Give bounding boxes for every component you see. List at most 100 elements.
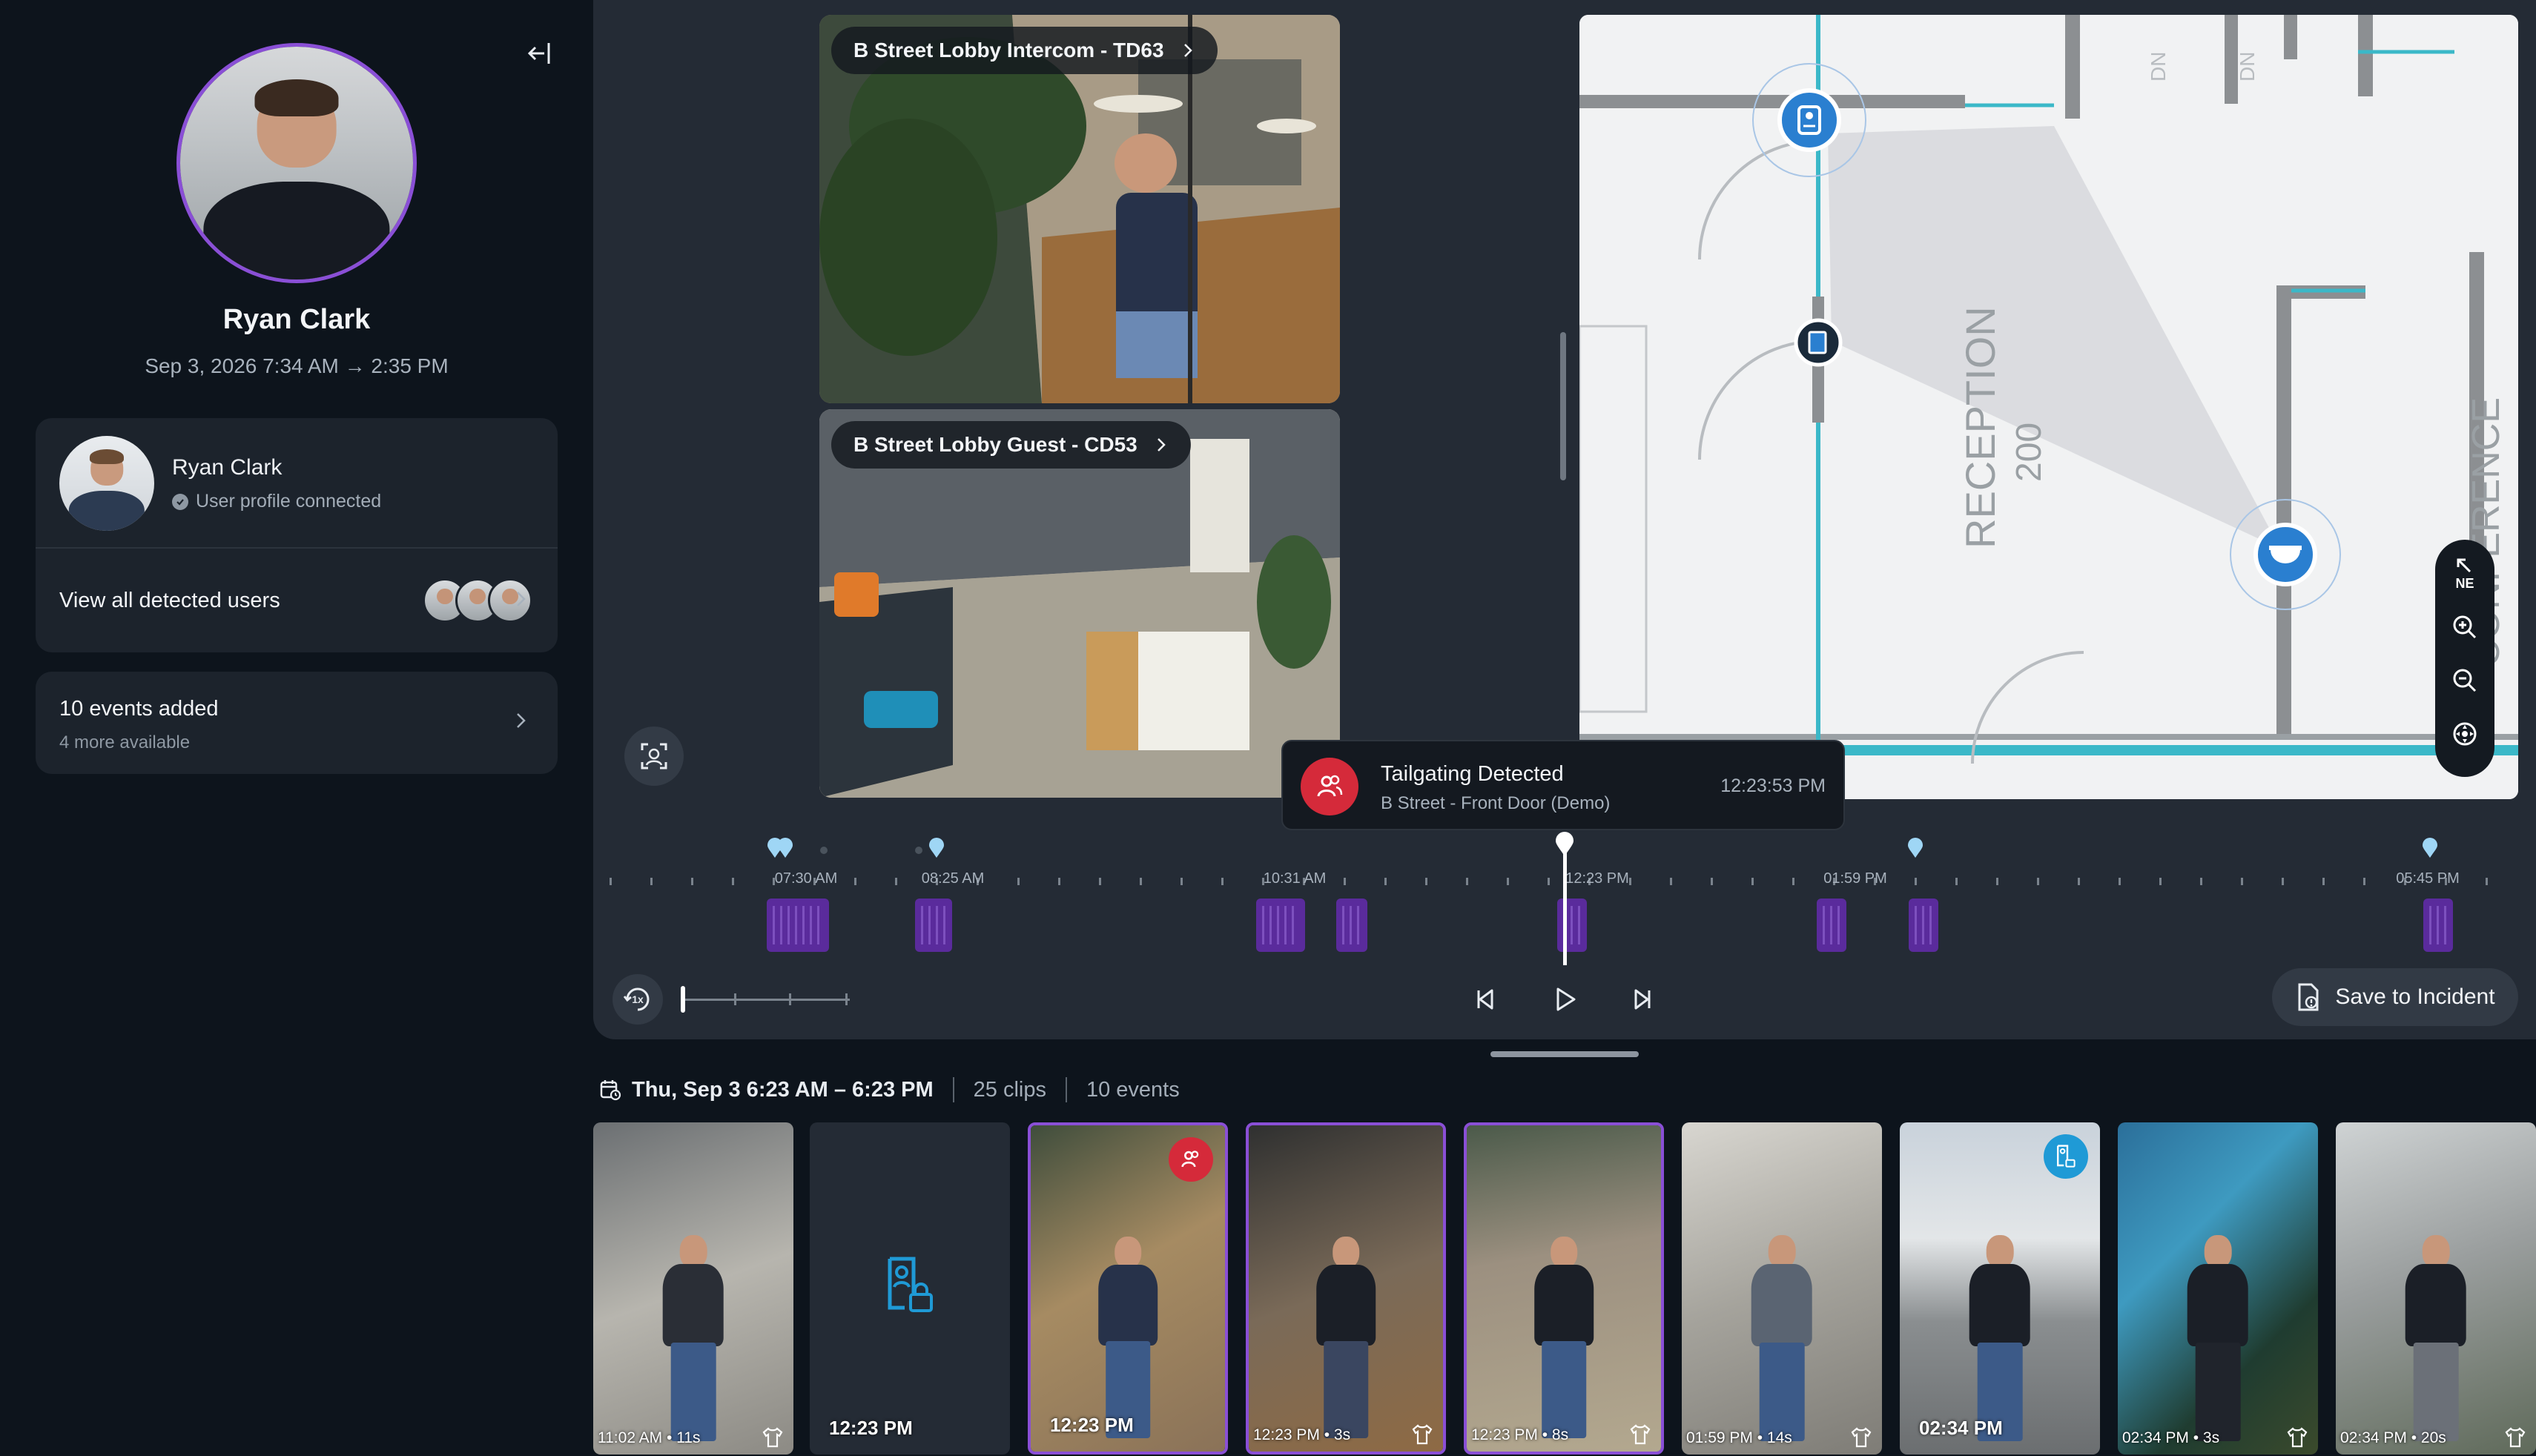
floor-plan-map[interactable]: RECEPTION 200 CONFERENCE DN DN (1579, 15, 2518, 799)
view-all-users-label: View all detected users (59, 589, 280, 612)
timeline-event-marker[interactable] (928, 838, 945, 858)
camera-feed-intercom[interactable]: B Street Lobby Intercom - TD63 (819, 15, 1340, 403)
timeline-tick (732, 878, 734, 885)
clip-caption: 12:23 PM • 8s (1471, 1426, 1569, 1443)
zoom-out-button[interactable] (2441, 654, 2489, 707)
timeline-clip[interactable] (1557, 899, 1587, 952)
timeline-label: 10:31 AM (1263, 870, 1327, 887)
user-profile-row[interactable]: Ryan Clark User profile connected (36, 418, 558, 549)
timeline-clip[interactable] (1336, 899, 1367, 952)
view-all-users-button[interactable]: View all detected users (36, 549, 558, 652)
timeline-tick (1140, 878, 1142, 885)
user-avatar (59, 436, 154, 531)
calendar-clock-icon (600, 1080, 621, 1101)
clip-thumbnail[interactable]: 12:23 PM (1028, 1122, 1228, 1455)
map-orientation-button[interactable]: NE (2441, 547, 2489, 600)
speed-notch (845, 993, 848, 1005)
next-event-button[interactable] (1615, 973, 1668, 1026)
speed-slider-thumb[interactable] (681, 986, 685, 1013)
camera-label-button[interactable]: B Street Lobby Intercom - TD63 (831, 27, 1218, 74)
timeline-tick (1792, 878, 1794, 885)
recenter-icon (2453, 722, 2477, 746)
alert-time: 12:23:53 PM (1720, 775, 1826, 796)
playback-speed-button[interactable]: 1x (612, 974, 663, 1025)
timeline-clip[interactable] (2423, 899, 2453, 952)
user-profile-card: Ryan Clark User profile connected View a… (36, 418, 558, 652)
timeline-tick (1670, 878, 1672, 885)
clips-header: Thu, Sep 3 6:23 AM – 6:23 PM 25 clips 10… (599, 1073, 1180, 1106)
user-name: Ryan Clark (172, 455, 283, 480)
timeline-event-marker[interactable] (777, 838, 793, 858)
timeline-tick (1058, 878, 1060, 885)
timeline-clip[interactable] (1817, 899, 1846, 952)
timeline-tick (2078, 878, 2080, 885)
skip-forward-icon (1634, 989, 1651, 1010)
timeline-clip[interactable] (915, 899, 952, 952)
timeline-playhead[interactable] (1563, 839, 1567, 965)
zoom-in-button[interactable] (2441, 600, 2489, 654)
clip-caption: 11:02 AM • 11s (598, 1429, 701, 1446)
timeline-label: 08:25 AM (921, 870, 985, 887)
save-to-incident-button[interactable]: Save to Incident (2272, 968, 2518, 1026)
badge-access-icon (2044, 1134, 2088, 1179)
camera-feed-guest[interactable]: B Street Lobby Guest - CD53 (819, 409, 1340, 798)
clip-thumbnail[interactable]: 02:34 PM (1900, 1122, 2100, 1455)
timeline-tick (2119, 878, 2121, 885)
events-title: 10 events added (59, 697, 219, 721)
clip-thumbnail[interactable]: 02:34 PM • 3s (2118, 1122, 2318, 1455)
clip-caption: 12:23 PM (829, 1417, 913, 1439)
clip-caption: 12:23 PM (1050, 1414, 1134, 1436)
badge-access-icon (888, 1257, 933, 1312)
events-card[interactable]: 10 events added 4 more available (36, 672, 558, 774)
previous-event-button[interactable] (1459, 973, 1513, 1026)
camera-label-button[interactable]: B Street Lobby Guest - CD53 (831, 421, 1191, 469)
panel-resize-grip[interactable] (1490, 1051, 1639, 1057)
event-timeline[interactable]: 07:30 AM 08:25 AM 10:31 AM 12:23 PM 01:5… (601, 832, 2521, 965)
speed-label: 1x (632, 993, 644, 1005)
profile-name: Ryan Clark (222, 304, 371, 335)
split-resize-handle[interactable] (1560, 332, 1566, 480)
clips-date-range: Thu, Sep 3 6:23 AM – 6:23 PM (632, 1077, 934, 1102)
events-subtitle: 4 more available (59, 732, 191, 752)
play-button[interactable] (1538, 973, 1591, 1026)
timeline-tick (1548, 878, 1550, 885)
timeline-tick (895, 878, 897, 885)
timeline-tick (2486, 878, 2488, 885)
timeline-tick (854, 878, 856, 885)
timeline-tick (1221, 878, 1224, 885)
timeline-clip[interactable] (1256, 899, 1305, 952)
camera-label: B Street Lobby Intercom - TD63 (853, 39, 1164, 62)
face-search-button[interactable] (624, 727, 684, 786)
door-access-icon[interactable] (1794, 318, 1843, 367)
clip-thumbnail[interactable]: 11:02 AM • 11s (593, 1122, 793, 1455)
skip-back-icon (1477, 989, 1493, 1010)
timeline-clip[interactable] (1909, 899, 1938, 952)
clip-thumbnail[interactable]: 12:23 PM (810, 1122, 1010, 1455)
timeline-tick (1384, 878, 1387, 885)
map-toolbar: NE (2435, 540, 2494, 777)
recenter-button[interactable] (2441, 707, 2489, 761)
clip-thumbnail[interactable]: 12:23 PM • 3s (1246, 1122, 1446, 1455)
divider (1065, 1077, 1067, 1102)
clip-thumbnail[interactable]: 02:34 PM • 20s (2336, 1122, 2536, 1455)
timeline-dot (820, 847, 828, 854)
shirt-icon (762, 1427, 783, 1448)
collapse-sidebar-button[interactable] (519, 33, 561, 74)
shirt-icon (2505, 1427, 2526, 1448)
timeline-label: 01:59 PM (1823, 870, 1887, 887)
timeline-clip[interactable] (767, 899, 829, 952)
play-icon (1556, 987, 1576, 1011)
timeline-event-marker[interactable] (2422, 838, 2438, 858)
timeline-event-marker[interactable] (1907, 838, 1924, 858)
face-scan-icon (641, 743, 667, 770)
alert-title: Tailgating Detected (1381, 762, 1564, 786)
clip-thumbnail[interactable]: 12:23 PM • 8s (1464, 1122, 1664, 1455)
clip-thumbnail[interactable]: 01:59 PM • 14s (1682, 1122, 1882, 1455)
timeline-tick (1751, 878, 1754, 885)
clips-count: 25 clips (973, 1077, 1046, 1102)
playhead-handle-icon[interactable] (1555, 832, 1574, 857)
speed-slider[interactable] (681, 986, 850, 1013)
timeline-tick (2282, 878, 2284, 885)
user-status: User profile connected (172, 491, 381, 512)
tailgating-alert[interactable]: Tailgating Detected B Street - Front Doo… (1281, 740, 1845, 830)
